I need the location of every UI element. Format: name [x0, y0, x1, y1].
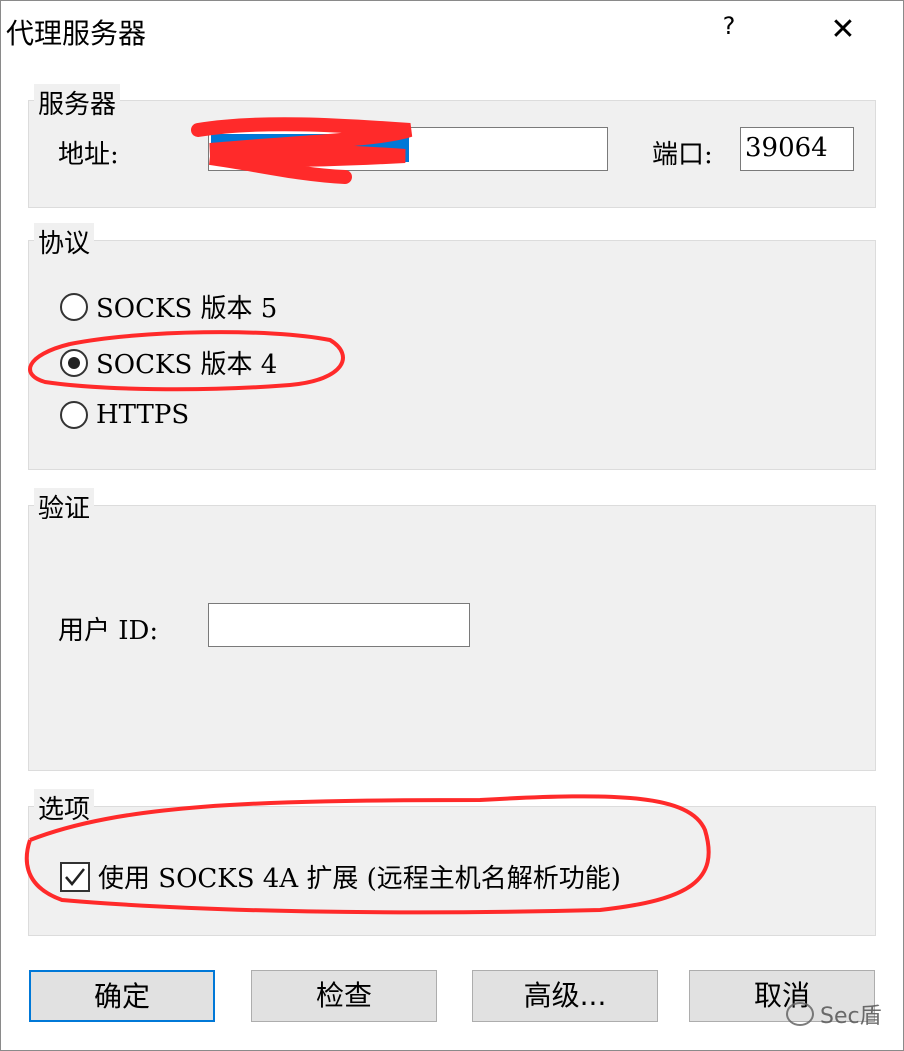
radio-selected-icon — [60, 348, 88, 377]
check-button[interactable]: 检查 — [251, 970, 437, 1022]
radio-button-icon — [60, 292, 88, 321]
socks4a-checkbox[interactable]: 使用 SOCKS 4A 扩展 (远程主机名解析功能) — [60, 858, 621, 895]
options-group-label: 选项 — [34, 789, 95, 826]
ok-button[interactable]: 确定 — [29, 970, 215, 1022]
address-input[interactable] — [208, 127, 608, 171]
checkbox-checked-icon — [60, 861, 90, 892]
socks4a-label: 使用 SOCKS 4A 扩展 (远程主机名解析功能) — [98, 864, 621, 894]
port-input[interactable]: 39064 — [740, 127, 854, 171]
wechat-icon — [786, 1002, 814, 1026]
protocol-group-label: 协议 — [34, 223, 95, 260]
watermark: Sec盾 — [786, 998, 882, 1030]
radio-button-icon — [60, 401, 88, 429]
auth-group-label: 验证 — [34, 488, 95, 525]
port-label: 端口: — [652, 140, 713, 170]
dialog-title: 代理服务器 — [6, 17, 147, 50]
radio-https-label: HTTPS — [96, 400, 190, 430]
radio-socks5[interactable]: SOCKS 版本 5 — [60, 288, 277, 325]
advanced-button[interactable]: 高级... — [472, 970, 658, 1022]
radio-socks5-label: SOCKS 版本 5 — [96, 294, 278, 324]
user-id-input[interactable] — [208, 603, 470, 647]
radio-https[interactable]: HTTPS — [60, 400, 189, 430]
close-button[interactable]: ✕ — [828, 12, 858, 48]
watermark-text: Sec盾 — [820, 1004, 882, 1029]
help-button[interactable]: ? — [714, 12, 744, 48]
address-selection — [211, 134, 409, 162]
radio-socks4[interactable]: SOCKS 版本 4 — [60, 344, 277, 381]
close-icon: ✕ — [830, 12, 856, 47]
address-label: 地址: — [58, 140, 119, 170]
server-group-label: 服务器 — [34, 84, 121, 121]
radio-socks4-label: SOCKS 版本 4 — [96, 350, 278, 380]
user-id-label: 用户 ID: — [58, 616, 159, 646]
